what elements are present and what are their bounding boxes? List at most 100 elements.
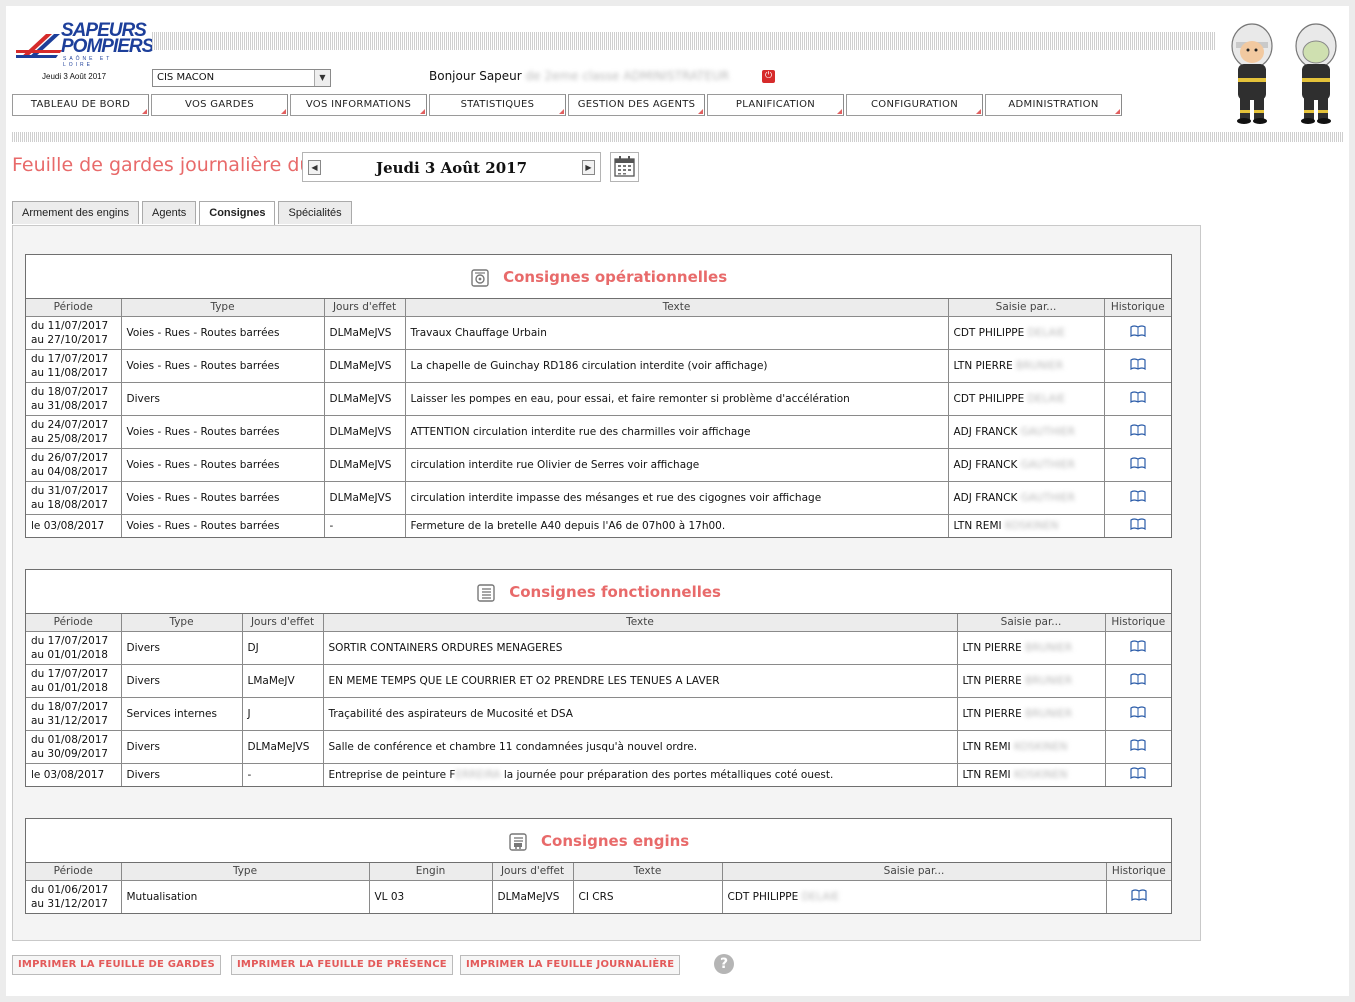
history-cell[interactable] — [1104, 762, 1171, 786]
history-cell[interactable] — [1103, 381, 1171, 416]
saisie-cell: ADJ FRANCK GAUTHIER — [947, 414, 1105, 449]
saisie-cell: LTN PIERRE BRUNIER — [956, 630, 1106, 665]
col-header[interactable]: Jours d'effet — [323, 299, 406, 317]
section-title: Consignes fonctionnelles — [509, 583, 721, 601]
history-book-icon[interactable] — [1130, 358, 1146, 370]
history-book-icon[interactable] — [1130, 518, 1146, 531]
jours-cell: DLMaMeJVS — [323, 348, 406, 383]
history-book-icon[interactable] — [1130, 739, 1146, 751]
main-nav: TABLEAU DE BORD VOS GARDES VOS INFORMATI… — [12, 94, 1122, 116]
history-book-icon[interactable] — [1130, 424, 1146, 436]
col-header[interactable]: Jours d'effet — [241, 614, 324, 632]
history-book-icon[interactable] — [1130, 640, 1146, 652]
nav-tableau-de-bord[interactable]: TABLEAU DE BORD — [12, 94, 149, 116]
history-book-icon[interactable] — [1130, 673, 1146, 685]
saisie-cell: LTN REMI KOSKINEN — [947, 513, 1105, 537]
engins-truck-icon — [509, 832, 527, 851]
period-cell: le 03/08/2017 — [26, 513, 122, 537]
sdis-logo[interactable]: SAPEURS POMPIERS SAÔNE ET LOIRE — [16, 20, 154, 72]
nav-administration[interactable]: ADMINISTRATION — [985, 94, 1122, 116]
texte-cell: SORTIR CONTAINERS ORDURES MENAGERES — [322, 630, 958, 665]
history-cell[interactable] — [1103, 447, 1171, 482]
col-header[interactable]: Type — [120, 299, 325, 317]
col-header[interactable]: Type — [120, 863, 370, 881]
section-title: Consignes opérationnelles — [503, 268, 728, 286]
col-header[interactable]: Engin — [368, 863, 493, 881]
saisie-cell: ADJ FRANCK GAUTHIER — [947, 480, 1105, 515]
history-cell[interactable] — [1103, 348, 1171, 383]
history-cell[interactable] — [1103, 315, 1171, 350]
history-cell[interactable] — [1103, 414, 1171, 449]
history-cell[interactable] — [1104, 630, 1171, 665]
history-cell[interactable] — [1105, 879, 1171, 913]
nav-configuration[interactable]: CONFIGURATION — [846, 94, 983, 116]
cis-select-value: CIS MACON — [157, 72, 215, 83]
jours-cell: LMaMeJV — [241, 663, 324, 698]
table-row: du 26/07/2017 au 04/08/2017 Voies - Rues … — [26, 447, 1171, 482]
col-header[interactable]: Jours d'effet — [491, 863, 574, 881]
section-consignes-operationnelles: Consignes opérationnelles Période Type J… — [25, 254, 1172, 538]
history-cell[interactable] — [1103, 513, 1171, 537]
jours-cell: DLMaMeJVS — [323, 447, 406, 482]
type-cell: Voies - Rues - Routes barrées — [120, 447, 325, 482]
next-day-icon[interactable]: ▶ — [582, 160, 595, 175]
type-cell: Mutualisation — [120, 879, 370, 913]
col-header[interactable]: Période — [26, 299, 122, 317]
texte-cell: Salle de conférence et chambre 11 condam… — [322, 729, 958, 764]
nav-vos-gardes[interactable]: VOS GARDES — [151, 94, 288, 116]
history-book-icon[interactable] — [1130, 325, 1146, 337]
history-cell[interactable] — [1104, 696, 1171, 731]
tab-consignes[interactable]: Consignes — [199, 201, 276, 225]
nav-statistiques[interactable]: STATISTIQUES — [429, 94, 566, 116]
jours-cell: DLMaMeJVS — [323, 414, 406, 449]
texte-cell: ATTENTION circulation interdite rue des … — [404, 414, 949, 449]
col-header[interactable]: Texte — [404, 299, 949, 317]
functional-list-icon — [477, 583, 495, 602]
history-book-icon[interactable] — [1130, 767, 1146, 780]
col-header[interactable]: Période — [26, 614, 122, 632]
logo-stripes-icon — [16, 34, 62, 58]
tab-agents[interactable]: Agents — [142, 201, 197, 224]
history-book-icon[interactable] — [1130, 391, 1146, 403]
type-cell: Voies - Rues - Routes barrées — [120, 315, 325, 350]
chevron-down-icon[interactable]: ▼ — [314, 70, 330, 86]
help-icon[interactable]: ? — [714, 954, 734, 974]
tab-armement-des-engins[interactable]: Armement des engins — [12, 201, 139, 224]
tab-specialites[interactable]: Spécialités — [278, 201, 352, 224]
col-header[interactable]: Saisie par... — [947, 299, 1105, 317]
col-header[interactable]: Saisie par... — [721, 863, 1107, 881]
cis-select[interactable]: CIS MACON ▼ — [152, 69, 331, 87]
col-header[interactable]: Texte — [322, 614, 958, 632]
previous-day-icon[interactable]: ◀ — [308, 160, 321, 175]
col-header[interactable]: Période — [26, 863, 122, 881]
table-row: du 18/07/2017 au 31/12/2017 Services inte… — [26, 696, 1171, 731]
nav-gestion-des-agents[interactable]: GESTION DES AGENTS — [568, 94, 705, 116]
calendar-button[interactable] — [610, 152, 639, 182]
print-journaliere-button[interactable]: IMPRIMER LA FEUILLE JOURNALIÈRE — [460, 955, 681, 975]
col-header: Historique — [1103, 299, 1171, 317]
print-presence-button[interactable]: IMPRIMER LA FEUILLE DE PRÉSENCE — [231, 955, 453, 975]
history-book-icon[interactable] — [1130, 490, 1146, 502]
history-cell[interactable] — [1103, 480, 1171, 515]
table-row: du 01/06/2017 au 31/12/2017 Mutualisation… — [26, 879, 1171, 913]
texte-cell: EN MEME TEMPS QUE LE COURRIER ET O2 PREN… — [322, 663, 958, 698]
col-header[interactable]: Saisie par... — [956, 614, 1106, 632]
period-cell: du 17/07/2017 au 01/01/2018 — [26, 663, 122, 698]
nav-planification[interactable]: PLANIFICATION — [707, 94, 844, 116]
engin-cell: VL 03 — [368, 879, 493, 913]
history-book-icon[interactable] — [1130, 706, 1146, 718]
history-cell[interactable] — [1104, 663, 1171, 698]
date-selector: ◀ Jeudi 3 Août 2017 ▶ — [302, 152, 601, 182]
logout-power-icon[interactable]: ⏻ — [762, 70, 775, 83]
nav-vos-informations[interactable]: VOS INFORMATIONS — [290, 94, 427, 116]
type-cell: Voies - Rues - Routes barrées — [120, 348, 325, 383]
saisie-cell: LTN REMI KOSKINEN — [956, 729, 1106, 764]
history-book-icon[interactable] — [1130, 457, 1146, 469]
saisie-cell: ADJ FRANCK GAUTHIER — [947, 447, 1105, 482]
col-header[interactable]: Type — [120, 614, 243, 632]
col-header[interactable]: Texte — [572, 863, 723, 881]
history-book-icon[interactable] — [1131, 889, 1147, 902]
history-cell[interactable] — [1104, 729, 1171, 764]
table-row: du 18/07/2017 au 31/08/2017 Divers DLMaMe… — [26, 381, 1171, 416]
print-gardes-button[interactable]: IMPRIMER LA FEUILLE DE GARDES — [12, 955, 221, 975]
